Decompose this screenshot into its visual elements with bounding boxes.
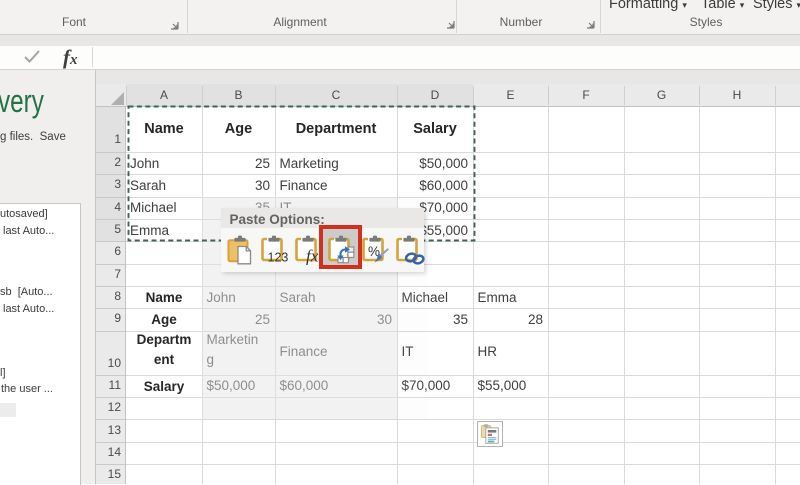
svg-text:123: 123 bbox=[268, 251, 289, 265]
svg-text:fx: fx bbox=[306, 247, 319, 266]
